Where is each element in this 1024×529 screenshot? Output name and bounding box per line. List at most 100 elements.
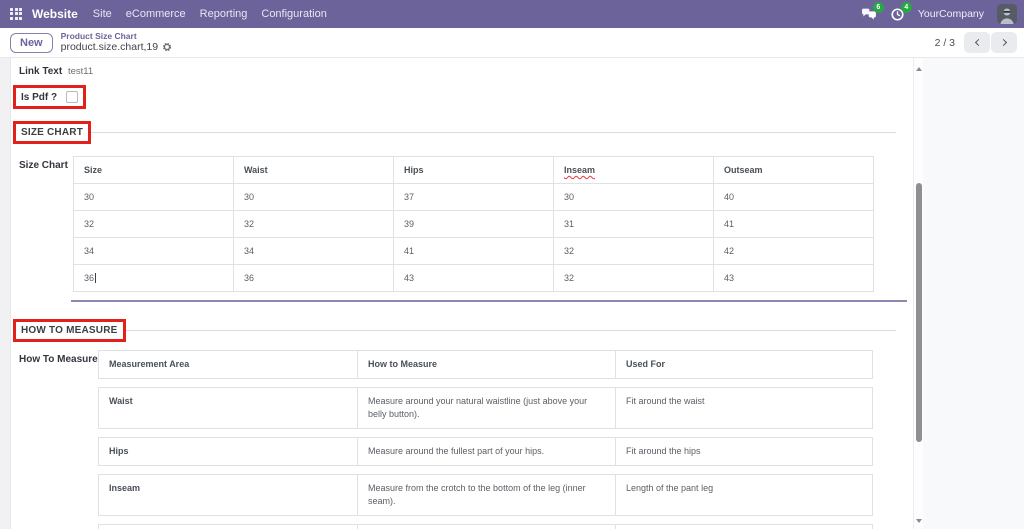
used-for-cell[interactable] [615,525,874,529]
waist-cell[interactable]: 34 [233,237,394,265]
annotation-box-is-pdf: Is Pdf ? [13,85,87,109]
size-chart-header-cell[interactable]: Outseam [713,156,874,184]
measurement-area-cell[interactable]: Inseam [99,475,357,515]
how-to-measure-label: How To Measure [19,354,98,365]
header-measurement-area[interactable]: Measurement Area [99,351,357,378]
how-to-measure-table: Measurement Area How to Measure Used For… [98,350,873,529]
section-divider [125,330,896,331]
pager: 2 / 3 [935,32,1017,53]
company-name[interactable]: YourCompany [918,8,984,20]
hips-cell[interactable]: 39 [393,210,554,238]
outseam-cell[interactable]: 41 [713,210,874,238]
how-to-measure-partial-row [98,524,873,529]
control-panel: New Product Size Chart product.size.char… [0,28,1024,58]
scroll-up-arrow[interactable] [916,64,922,71]
size-chart-row: 34 34 41 32 42 [73,237,874,265]
navbar-right: 6 4 YourCompany [861,1,1017,24]
header-how-to-measure[interactable]: How to Measure [357,351,615,378]
page-background [923,58,1024,529]
pager-count: 2 / 3 [934,36,955,49]
form-view: Link Text test11 Is Pdf ? SIZE CHART Siz… [0,58,1024,529]
used-for-cell[interactable]: Length of the pant leg [615,475,874,515]
activities-clock-icon[interactable]: 4 [890,1,912,22]
field-size-chart: Size Chart Size Waist Hips Inseam Outseam 30… [19,156,913,292]
how-to-measure-row: Hips Measure around the fullest part of … [98,437,873,466]
measurement-area-cell[interactable] [99,525,357,529]
top-navbar: Website Site eCommerce Reporting Configu… [0,0,1024,28]
is-pdf-checkbox[interactable] [66,91,79,103]
scroll-down-arrow[interactable] [916,519,922,526]
hips-cell[interactable]: 41 [393,237,554,265]
how-to-measure-cell[interactable]: Measure from the crotch to the bottom of… [357,475,615,515]
is-pdf-label: Is Pdf ? [21,91,58,103]
messages-badge: 6 [872,2,884,13]
annotation-box-size-chart: SIZE CHART [13,121,91,144]
size-chart-table: Size Waist Hips Inseam Outseam 30 30 37 30 4… [73,156,874,292]
app-name[interactable]: Website [32,7,78,21]
inseam-cell[interactable]: 32 [553,237,714,265]
main-menu: Site eCommerce Reporting Configuration [93,8,327,20]
size-cell[interactable]: 36 [73,264,234,292]
pager-next-button[interactable] [991,32,1017,53]
size-chart-header-cell[interactable]: Size [73,156,234,184]
inseam-cell[interactable]: 32 [553,264,714,292]
size-chart-header-row: Size Waist Hips Inseam Outseam [73,156,874,184]
measurement-area-cell[interactable]: Waist [99,388,357,428]
inseam-cell[interactable]: 31 [553,210,714,238]
outseam-cell[interactable]: 43 [713,264,874,292]
size-cell[interactable]: 30 [73,183,234,211]
link-text-value[interactable]: test11 [68,65,93,77]
menu-configuration[interactable]: Configuration [261,8,326,20]
size-chart-row: 30 30 37 30 40 [73,183,874,211]
size-chart-header-cell[interactable]: Waist [233,156,394,184]
menu-site[interactable]: Site [93,8,112,20]
hips-cell[interactable]: 37 [393,183,554,211]
size-chart-header-cell[interactable]: Inseam [553,156,714,184]
size-chart-label: Size Chart [19,160,68,171]
breadcrumb: Product Size Chart product.size.chart,19 [61,31,172,54]
inseam-cell[interactable]: 30 [553,183,714,211]
menu-ecommerce[interactable]: eCommerce [126,8,186,20]
how-to-measure-cell[interactable] [357,525,615,529]
header-used-for[interactable]: Used For [615,351,874,378]
gear-icon[interactable] [162,42,172,52]
outseam-cell[interactable]: 40 [713,183,874,211]
chevron-left-icon [974,38,982,47]
focused-field-underline [71,300,907,302]
field-link-text: Link Text test11 [19,65,913,77]
outseam-cell[interactable]: 42 [713,237,874,265]
pager-previous-button[interactable] [964,32,990,53]
how-to-measure-header-row: Measurement Area How to Measure Used For [98,350,873,379]
size-chart-heading: SIZE CHART [21,127,83,138]
scrollbar-thumb[interactable] [916,183,922,442]
how-to-measure-heading: HOW TO MEASURE [21,325,118,336]
form-sheet: Link Text test11 Is Pdf ? SIZE CHART Siz… [10,58,913,529]
breadcrumb-title[interactable]: Product Size Chart [61,31,172,42]
used-for-cell[interactable]: Fit around the hips [615,438,874,465]
how-to-measure-cell[interactable]: Measure around the fullest part of your … [357,438,615,465]
measurement-area-cell[interactable]: Hips [99,438,357,465]
size-chart-header-cell[interactable]: Hips [393,156,554,184]
hips-cell[interactable]: 43 [393,264,554,292]
size-chart-row: 32 32 39 31 41 [73,210,874,238]
waist-cell[interactable]: 30 [233,183,394,211]
waist-cell[interactable]: 36 [233,264,394,292]
chevron-right-icon [999,38,1007,47]
used-for-cell[interactable]: Fit around the waist [615,388,874,428]
how-to-measure-row: Waist Measure around your natural waistl… [98,387,873,429]
vertical-scrollbar[interactable] [913,58,923,529]
messages-icon[interactable]: 6 [861,2,884,21]
how-to-measure-cell[interactable]: Measure around your natural waistline (j… [357,388,615,428]
size-chart-row: 36 36 43 32 43 [73,264,874,292]
annotation-box-how-to-measure: HOW TO MEASURE [13,319,126,342]
apps-grid-icon[interactable] [10,7,23,21]
new-button[interactable]: New [10,32,53,53]
waist-cell[interactable]: 32 [233,210,394,238]
activities-badge: 4 [900,1,912,13]
menu-reporting[interactable]: Reporting [200,8,248,20]
how-to-measure-row: Inseam Measure from the crotch to the bo… [98,474,873,516]
size-cell[interactable]: 32 [73,210,234,238]
user-avatar[interactable] [997,4,1017,24]
field-how-to-measure: How To Measure Measurement Area How to M… [19,350,913,529]
size-cell[interactable]: 34 [73,237,234,265]
